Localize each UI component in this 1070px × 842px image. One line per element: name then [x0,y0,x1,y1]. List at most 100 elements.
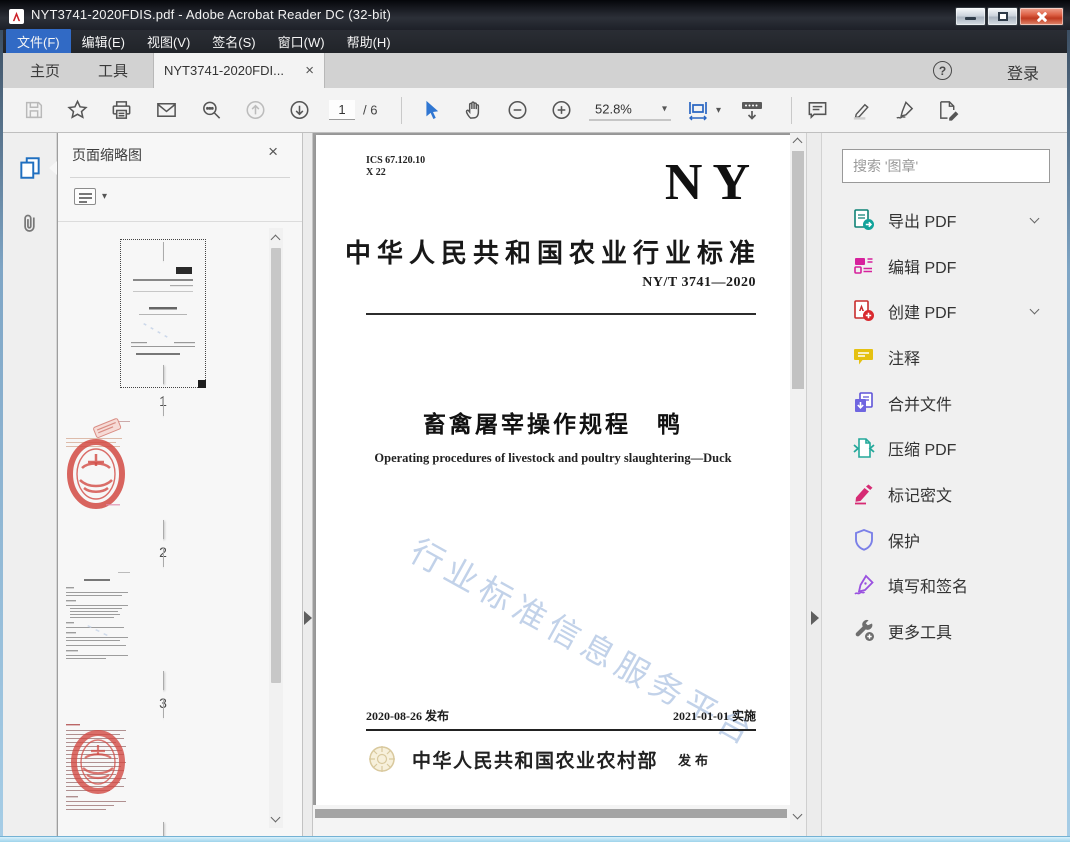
fill-sign-icon [854,574,874,595]
pdf-page: ICS 67.120.10 X 22 NY 中华人民共和国农业行业标准 NY/T… [316,135,790,805]
main-toolbar: / 6 52.8% ▾ ▾ [3,88,1067,133]
panel-close-icon[interactable]: × [268,143,278,160]
tool-more-tools[interactable]: 更多工具 [822,608,1068,654]
scrollbar-thumb[interactable] [792,151,804,389]
chevron-down-icon[interactable] [1029,304,1040,315]
tool-label: 导出 PDF [888,213,957,231]
zoom-in-button[interactable] [550,99,573,122]
chevron-down-icon[interactable] [1029,213,1040,224]
chevron-down-icon: ▾ [716,104,722,116]
thumbnails-scrollbar[interactable] [269,228,283,828]
help-button[interactable]: ? [933,61,952,80]
create-pdf-icon [854,300,874,322]
collapse-right-panel-icon[interactable] [811,611,819,625]
scroll-up-icon[interactable] [270,234,281,245]
edit-pdf-icon [854,257,873,274]
right-panel-divider[interactable] [806,133,821,836]
menu-view[interactable]: 视图(V) [136,29,201,54]
export-pdf-icon [854,209,874,230]
page-thumbnails-panel-icon[interactable] [17,155,43,181]
hand-tool-button[interactable] [462,99,485,122]
zoom-level-dropdown[interactable]: 52.8% ▾ [589,100,671,121]
thumbnail-page-1[interactable]: 1 [58,239,268,409]
collapse-left-panel-icon[interactable] [304,611,312,625]
zoom-out-button[interactable] [506,99,529,122]
tool-fill-sign[interactable]: 填写和签名 [822,563,1068,609]
tool-edit-pdf[interactable]: 编辑 PDF [822,243,1068,289]
tool-compress-pdf[interactable]: 压缩 PDF [822,425,1068,471]
acrobat-window: NYT3741-2020FDIS.pdf - Adobe Acrobat Rea… [0,0,1070,842]
scroll-down-icon[interactable] [270,812,281,823]
tool-label: 标记密文 [888,487,953,505]
search-icon[interactable] [200,99,223,122]
scrollbar-thumb[interactable] [271,248,281,683]
more-tools-icon [855,619,874,642]
page-display-button[interactable] [739,98,765,122]
document-vertical-scrollbar[interactable] [790,133,806,836]
tools-search-input[interactable] [842,149,1050,183]
sign-in-button[interactable]: 登录 [1007,60,1039,84]
left-panel-divider[interactable] [303,133,313,836]
previous-page-button[interactable] [244,99,267,122]
tab-bar: 主页 工具 NYT3741-2020FDI... × ? 登录 [3,53,1067,88]
scroll-up-icon[interactable] [792,137,803,148]
thumbnail-selection-border [120,239,206,388]
page-total-label: / 6 [363,102,378,118]
implement-date: 2021-01-01 实施 [673,709,756,723]
tool-label: 压缩 PDF [888,442,957,460]
tool-create-pdf[interactable]: 创建 PDF [822,288,1068,334]
thumbnail-page-3[interactable]: 3 [58,548,268,711]
fill-sign-tool-button[interactable] [893,99,916,122]
thumbnail-page-4[interactable]: 4 [58,699,268,842]
menu-sign[interactable]: 签名(S) [201,29,266,54]
ministry-emblem [369,746,395,772]
highlight-tool-button[interactable] [850,99,873,122]
restore-button[interactable] [987,7,1018,26]
next-page-button[interactable] [288,99,311,122]
menu-file[interactable]: 文件(F) [6,29,71,54]
thumbnails-panel: 页面缩略图 × ▾ 1 2 [58,133,303,841]
tools-list: 导出 PDF 编辑 PDF 创建 PDF 注释 合并文件 压缩 PDF 标记密文… [822,197,1068,654]
tool-combine-files[interactable]: 合并文件 [822,380,1068,426]
tool-comment[interactable]: 注释 [822,334,1068,380]
menu-window[interactable]: 窗口(W) [267,29,336,54]
thumbnail-options-button[interactable]: ▾ [74,188,107,205]
menu-help[interactable]: 帮助(H) [336,29,402,54]
tool-label: 保护 [888,533,921,551]
select-tool-button[interactable] [420,99,442,121]
tab-home[interactable]: 主页 [18,53,72,88]
more-edit-tools-button[interactable] [936,99,959,122]
favorites-star-button[interactable] [66,99,89,122]
tab-document[interactable]: NYT3741-2020FDI... × [153,53,325,88]
tool-label: 填写和签名 [888,579,969,597]
left-nav-strip [3,133,57,836]
publisher-name: 中华人民共和国农业农村部 [412,750,659,772]
menu-edit[interactable]: 编辑(E) [71,29,136,54]
document-area[interactable]: ICS 67.120.10 X 22 NY 中华人民共和国农业行业标准 NY/T… [313,133,806,836]
attachments-paperclip-icon[interactable] [17,211,43,237]
document-title-english: Operating procedures of livestock and po… [374,451,732,465]
minimize-button[interactable] [955,7,986,26]
tool-label: 编辑 PDF [888,259,957,277]
tab-tools[interactable]: 工具 [86,53,140,88]
window-border-left [0,30,3,836]
scrollbar-thumb[interactable] [315,809,787,818]
save-button[interactable] [23,99,45,121]
fit-width-button[interactable]: ▾ [686,98,721,122]
panel-title: 页面缩略图 [72,147,142,163]
email-button[interactable] [155,99,178,122]
title-bar: NYT3741-2020FDIS.pdf - Adobe Acrobat Rea… [0,0,1070,30]
divider [58,221,302,222]
tool-protect[interactable]: 保护 [822,517,1068,563]
close-button[interactable] [1019,7,1064,26]
scroll-down-icon[interactable] [792,809,803,820]
print-button[interactable] [110,99,133,122]
tool-export-pdf[interactable]: 导出 PDF [822,197,1068,243]
document-horizontal-scrollbar[interactable] [313,805,790,836]
tool-redact[interactable]: 标记密文 [822,471,1068,517]
thumbnail-page-2[interactable]: 2 [58,397,268,560]
tab-close-icon[interactable]: × [305,63,314,78]
page-number-input[interactable] [329,100,355,120]
zoom-level-value: 52.8% [595,101,632,117]
comment-tool-button[interactable] [806,99,829,122]
